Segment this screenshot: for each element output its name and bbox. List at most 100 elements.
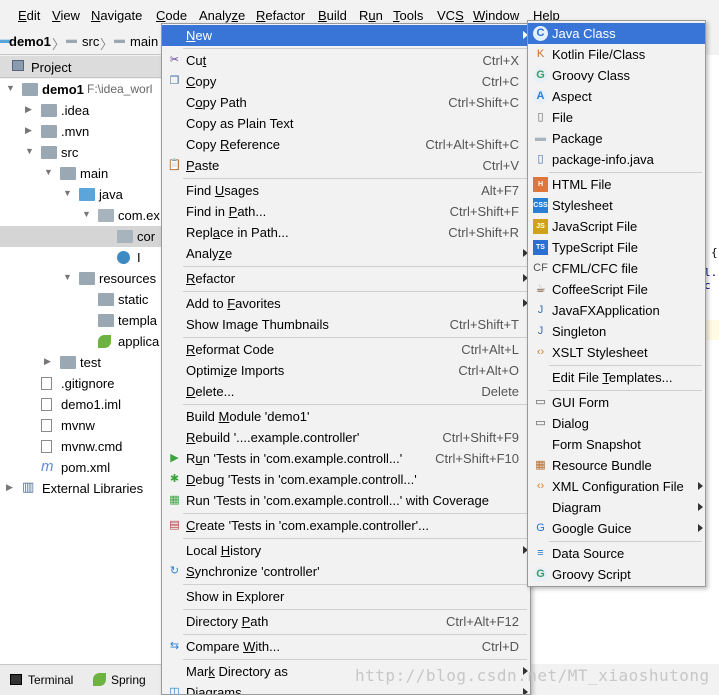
menu-item-add-to-favorites[interactable]: Add to Favorites bbox=[162, 293, 530, 314]
chevron-right-icon[interactable]: ▶ bbox=[25, 125, 35, 137]
tree-node-external-libraries[interactable]: ▶ ▥ External Libraries bbox=[0, 478, 165, 499]
chevron-down-icon[interactable]: ▼ bbox=[63, 188, 73, 200]
menu-item-optimize-imports[interactable]: Optimize Imports Ctrl+Alt+O bbox=[162, 360, 530, 381]
menu-item-package[interactable]: ▬ Package bbox=[528, 128, 705, 149]
menu-item-diagram[interactable]: Diagram bbox=[528, 497, 705, 518]
tree-node-main[interactable]: ▼ main bbox=[0, 163, 165, 184]
tree-node-mvnw-cmd[interactable]: mvnw.cmd bbox=[0, 436, 165, 457]
tree-node-demo1-iml[interactable]: demo1.iml bbox=[0, 394, 165, 415]
tree-node-static[interactable]: static bbox=[0, 289, 165, 310]
tree-node-cor[interactable]: cor bbox=[0, 226, 165, 247]
tree-node-pom-xml[interactable]: m pom.xml bbox=[0, 457, 165, 478]
menu-item-dialog[interactable]: ▭ Dialog bbox=[528, 413, 705, 434]
menu-item-rebuild-example-controller[interactable]: Rebuild '....example.controller' Ctrl+Shi… bbox=[162, 427, 530, 448]
chevron-down-icon[interactable]: ▼ bbox=[82, 209, 92, 221]
menu-item-copy-as-plain-text[interactable]: Copy as Plain Text bbox=[162, 113, 530, 134]
tree-node-com-ex[interactable]: ▼ com.ex bbox=[0, 205, 165, 226]
menu-navigate[interactable]: Navigate bbox=[91, 8, 142, 23]
menu-item-show-in-explorer[interactable]: Show in Explorer bbox=[162, 586, 530, 607]
tree-node-idea[interactable]: ▶ .idea bbox=[0, 100, 165, 121]
menu-item-typescript-file[interactable]: TS TypeScript File bbox=[528, 237, 705, 258]
menu-item-show-image-thumbnails[interactable]: Show Image Thumbnails Ctrl+Shift+T bbox=[162, 314, 530, 335]
chevron-down-icon[interactable]: ▼ bbox=[44, 167, 54, 179]
tree-node-java[interactable]: ▼ java bbox=[0, 184, 165, 205]
menu-item-form-snapshot[interactable]: Form Snapshot bbox=[528, 434, 705, 455]
menu-item-groovy-class[interactable]: G Groovy Class bbox=[528, 65, 705, 86]
menu-item-javafxapplication[interactable]: J JavaFXApplication bbox=[528, 300, 705, 321]
menu-item-synchronize-controller[interactable]: ↻ Synchronize 'controller' bbox=[162, 561, 530, 582]
menu-item-html-file[interactable]: H HTML File bbox=[528, 174, 705, 195]
menu-view[interactable]: View bbox=[52, 8, 80, 23]
tree-node-demo1[interactable]: ▼ demo1 F:\idea_worl bbox=[0, 79, 165, 100]
menu-run[interactable]: Run bbox=[359, 8, 383, 23]
menu-item-cut[interactable]: ✂ Cut Ctrl+X bbox=[162, 50, 530, 71]
menu-item-paste[interactable]: 📋 Paste Ctrl+V bbox=[162, 155, 530, 176]
menu-item-run-tests-in-com-example-controll-with-coverage[interactable]: ▦ Run 'Tests in 'com.example.controll...'… bbox=[162, 490, 530, 511]
menu-item-reformat-code[interactable]: Reformat Code Ctrl+Alt+L bbox=[162, 339, 530, 360]
menu-item-javascript-file[interactable]: JS JavaScript File bbox=[528, 216, 705, 237]
menu-window[interactable]: Window bbox=[473, 8, 519, 23]
menu-item-google-guice[interactable]: G Google Guice bbox=[528, 518, 705, 539]
menu-item-copy-path[interactable]: Copy Path Ctrl+Shift+C bbox=[162, 92, 530, 113]
menu-item-xslt-stylesheet[interactable]: ‹› XSLT Stylesheet bbox=[528, 342, 705, 363]
menu-item-cfml-cfc-file[interactable]: CF CFML/CFC file bbox=[528, 258, 705, 279]
breadcrumb-item-main[interactable]: main bbox=[130, 34, 158, 49]
breadcrumb-item-project[interactable]: demo1 bbox=[9, 34, 51, 49]
menu-item-analyze[interactable]: Analyze bbox=[162, 243, 530, 264]
menu-item-directory-path[interactable]: Directory Path Ctrl+Alt+F12 bbox=[162, 611, 530, 632]
menu-item-replace-in-path[interactable]: Replace in Path... Ctrl+Shift+R bbox=[162, 222, 530, 243]
tree-node-i[interactable]: I bbox=[0, 247, 165, 268]
menu-item-groovy-script[interactable]: G Groovy Script bbox=[528, 564, 705, 585]
tree-node-applica[interactable]: applica bbox=[0, 331, 165, 352]
menu-analyze[interactable]: Analyze bbox=[199, 8, 245, 23]
project-panel-title[interactable]: Project bbox=[31, 60, 71, 75]
menu-item-create-tests-in-com-example-controller[interactable]: ▤ Create 'Tests in 'com.example.controlle… bbox=[162, 515, 530, 536]
tree-node-gitignore[interactable]: .gitignore bbox=[0, 373, 165, 394]
menu-item-gui-form[interactable]: ▭ GUI Form bbox=[528, 392, 705, 413]
menu-item-aspect[interactable]: A Aspect bbox=[528, 86, 705, 107]
menu-item-xml-configuration-file[interactable]: ‹› XML Configuration File bbox=[528, 476, 705, 497]
tree-node-templa[interactable]: templa bbox=[0, 310, 165, 331]
menu-item-delete[interactable]: Delete... Delete bbox=[162, 381, 530, 402]
menu-item-stylesheet[interactable]: CSS Stylesheet bbox=[528, 195, 705, 216]
chevron-right-icon[interactable]: ▶ bbox=[44, 356, 54, 368]
menu-item-resource-bundle[interactable]: ▦ Resource Bundle bbox=[528, 455, 705, 476]
menu-item-debug-tests-in-com-example-controll[interactable]: ✱ Debug 'Tests in 'com.example.controll..… bbox=[162, 469, 530, 490]
menu-item-copy[interactable]: ❐ Copy Ctrl+C bbox=[162, 71, 530, 92]
menu-item-singleton[interactable]: J Singleton bbox=[528, 321, 705, 342]
menu-item-kotlin-file-class[interactable]: K Kotlin File/Class bbox=[528, 44, 705, 65]
chevron-down-icon[interactable]: ▼ bbox=[25, 146, 35, 158]
menu-item-find-in-path[interactable]: Find in Path... Ctrl+Shift+F bbox=[162, 201, 530, 222]
menu-tools[interactable]: Tools bbox=[393, 8, 423, 23]
menu-item-local-history[interactable]: Local History bbox=[162, 540, 530, 561]
menu-item-refactor[interactable]: Refactor bbox=[162, 268, 530, 289]
menu-item-run-tests-in-com-example-controll[interactable]: ▶ Run 'Tests in 'com.example.controll...'… bbox=[162, 448, 530, 469]
menu-item-edit-file-templates[interactable]: Edit File Templates... bbox=[528, 367, 705, 388]
menu-item-data-source[interactable]: ≡ Data Source bbox=[528, 543, 705, 564]
breadcrumb-item-src[interactable]: src bbox=[82, 34, 99, 49]
menu-item-compare-with[interactable]: ⇆ Compare With... Ctrl+D bbox=[162, 636, 530, 657]
tab-spring[interactable]: Spring bbox=[111, 673, 146, 687]
menu-item-build-module-demo1[interactable]: Build Module 'demo1' bbox=[162, 406, 530, 427]
menu-build[interactable]: Build bbox=[318, 8, 347, 23]
chevron-down-icon[interactable]: ▼ bbox=[6, 83, 16, 95]
menu-code[interactable]: Code bbox=[156, 8, 187, 23]
menu-item-copy-reference[interactable]: Copy Reference Ctrl+Alt+Shift+C bbox=[162, 134, 530, 155]
tree-node-mvnw[interactable]: mvnw bbox=[0, 415, 165, 436]
menu-item-file[interactable]: ▯ File bbox=[528, 107, 705, 128]
menu-item-package-info-java[interactable]: ▯ package-info.java bbox=[528, 149, 705, 170]
menu-item-find-usages[interactable]: Find Usages Alt+F7 bbox=[162, 180, 530, 201]
menu-refactor[interactable]: Refactor bbox=[256, 8, 305, 23]
chevron-right-icon[interactable]: ▶ bbox=[6, 482, 16, 494]
tree-node-mvn[interactable]: ▶ .mvn bbox=[0, 121, 165, 142]
menu-edit[interactable]: Edit bbox=[18, 8, 40, 23]
tree-node-src[interactable]: ▼ src bbox=[0, 142, 165, 163]
chevron-down-icon[interactable]: ▼ bbox=[63, 272, 73, 284]
tree-node-resources[interactable]: ▼ resources bbox=[0, 268, 165, 289]
menu-item-coffeescript-file[interactable]: ☕ CoffeeScript File bbox=[528, 279, 705, 300]
tree-node-test[interactable]: ▶ test bbox=[0, 352, 165, 373]
menu-item-java-class[interactable]: C Java Class bbox=[528, 23, 705, 44]
menu-item-new[interactable]: New bbox=[162, 25, 530, 46]
menu-vcs[interactable]: VCS bbox=[437, 8, 464, 23]
chevron-right-icon[interactable]: ▶ bbox=[25, 104, 35, 116]
